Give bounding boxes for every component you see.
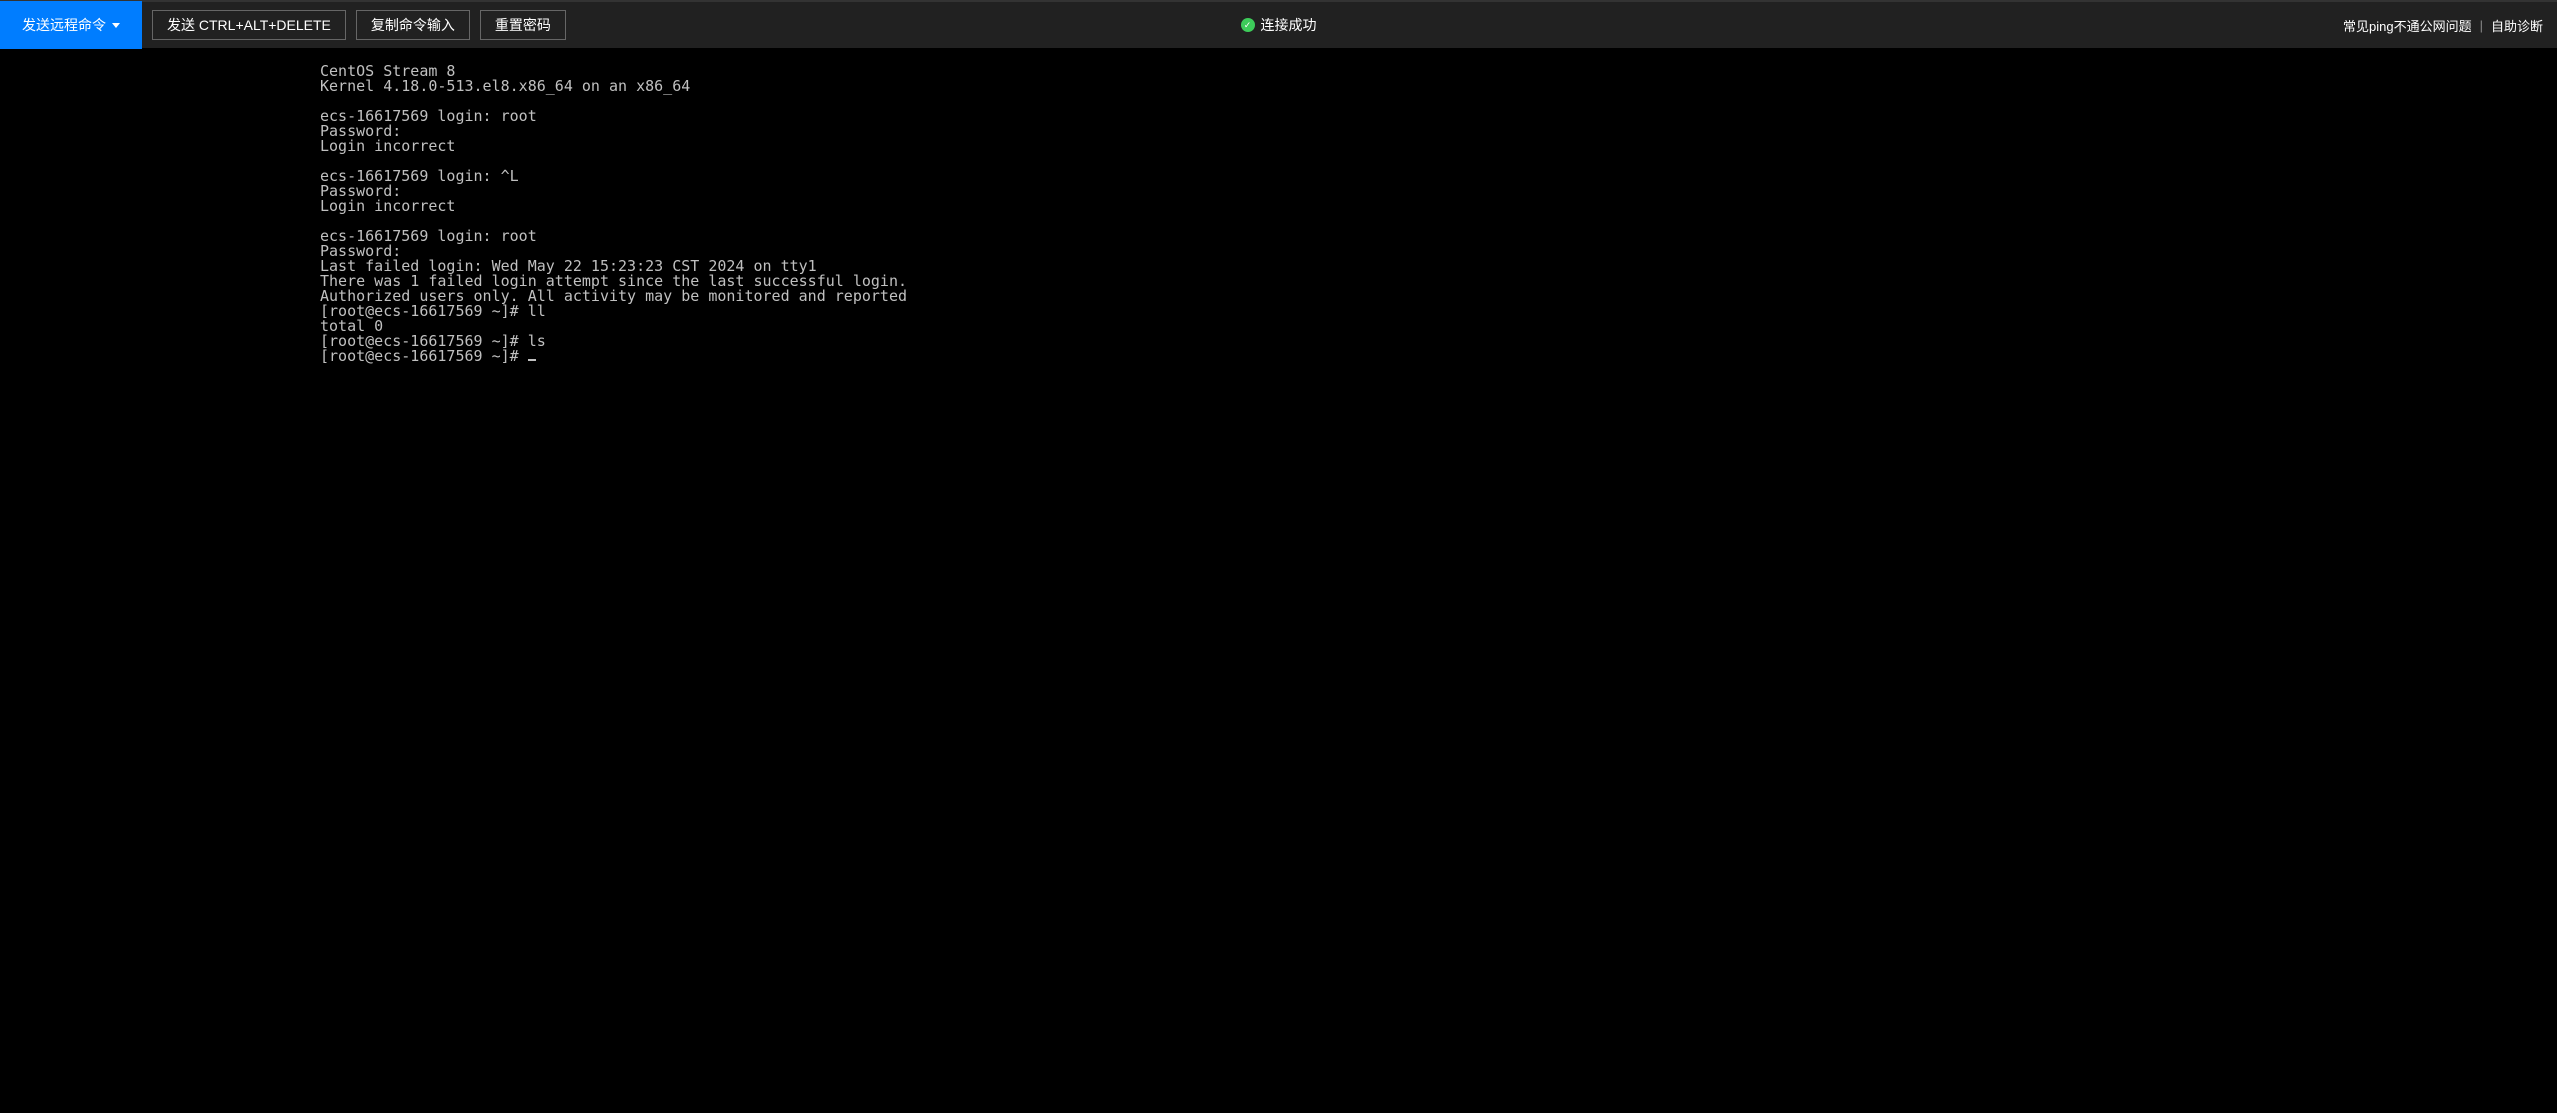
reset-password-button[interactable]: 重置密码: [480, 10, 566, 40]
terminal-cursor: [528, 359, 536, 361]
check-circle-icon: ✓: [1241, 18, 1255, 32]
chevron-down-icon: [112, 23, 120, 28]
toolbar-right-group: 常见ping不通公网问题 | 自助诊断: [2343, 16, 2557, 35]
terminal-output: CentOS Stream 8 Kernel 4.18.0-513.el8.x8…: [0, 48, 2557, 364]
ping-issue-link[interactable]: 常见ping不通公网问题: [2343, 16, 2472, 35]
self-diagnosis-link[interactable]: 自助诊断: [2491, 16, 2543, 35]
toolbar-left-group: 发送远程命令 发送 CTRL+ALT+DELETE 复制命令输入 重置密码: [0, 2, 566, 48]
terminal-viewport[interactable]: CentOS Stream 8 Kernel 4.18.0-513.el8.x8…: [0, 48, 2557, 1113]
connection-status-text: 连接成功: [1261, 15, 1317, 35]
send-ctrl-alt-delete-button[interactable]: 发送 CTRL+ALT+DELETE: [152, 10, 346, 40]
connection-status: ✓ 连接成功: [1241, 15, 1317, 35]
copy-command-input-button[interactable]: 复制命令输入: [356, 10, 470, 40]
send-remote-command-button[interactable]: 发送远程命令: [0, 1, 142, 49]
send-remote-command-label: 发送远程命令: [22, 15, 106, 35]
top-toolbar: 发送远程命令 发送 CTRL+ALT+DELETE 复制命令输入 重置密码 ✓ …: [0, 0, 2557, 48]
separator: |: [2480, 18, 2483, 33]
